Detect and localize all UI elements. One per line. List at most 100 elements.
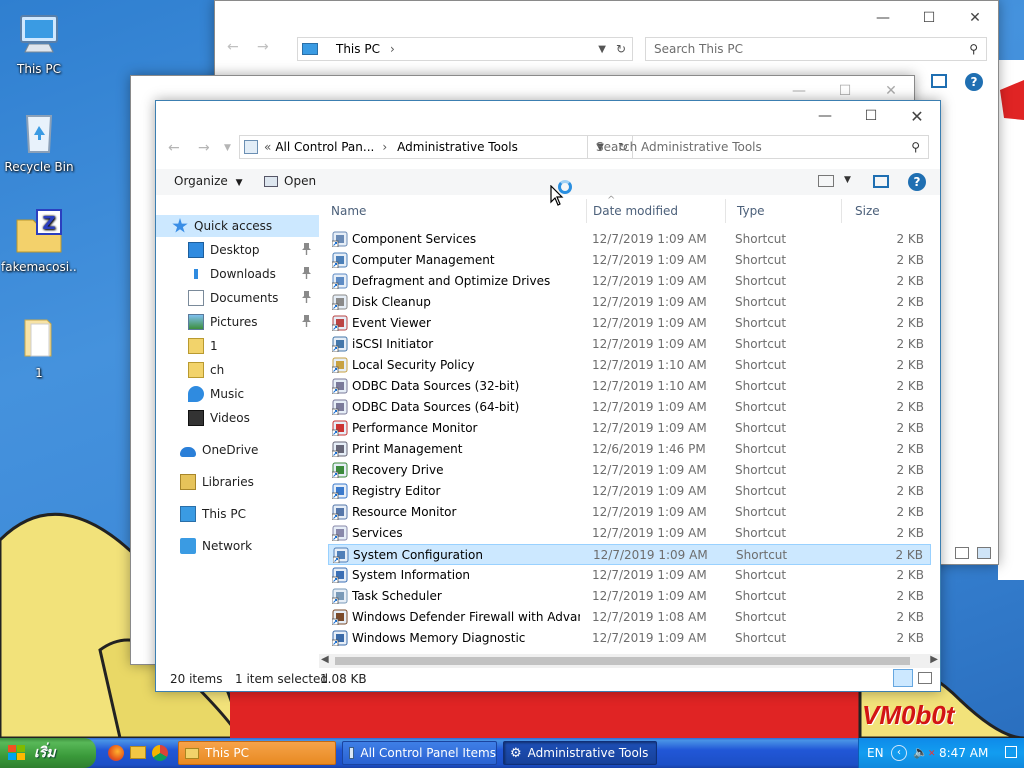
file-row[interactable]: ODBC Data Sources (64-bit) 12/7/2019 1:09… xyxy=(328,397,931,418)
open-button[interactable]: Open xyxy=(264,174,316,188)
file-row[interactable]: Windows Memory Diagnostic 12/7/2019 1:09 … xyxy=(328,628,931,649)
file-row[interactable]: Windows Defender Firewall with Advanc...… xyxy=(328,607,931,628)
large-icons-view-icon[interactable] xyxy=(918,672,932,684)
nav-item-network[interactable]: Network xyxy=(156,535,319,557)
help-icon[interactable]: ? xyxy=(908,173,926,191)
scroll-left-icon[interactable]: ◀ xyxy=(321,654,329,665)
firefox-icon[interactable] xyxy=(108,745,124,761)
file-row[interactable]: System Information 12/7/2019 1:09 AM Short… xyxy=(328,565,931,586)
nav-item-label: Desktop xyxy=(210,243,260,257)
file-row[interactable]: Task Scheduler 12/7/2019 1:09 AM Shortcut 2… xyxy=(328,586,931,607)
nav-item-1[interactable]: 1 xyxy=(156,335,319,357)
start-button[interactable]: เริ่ม xyxy=(0,738,96,768)
file-name: Event Viewer xyxy=(352,316,431,330)
minimize-button[interactable]: — xyxy=(860,3,906,33)
forward-arrow-icon[interactable]: → xyxy=(257,39,269,55)
file-row[interactable]: Event Viewer 12/7/2019 1:09 AM Shortcut 2 K… xyxy=(328,313,931,334)
large-icons-view-icon[interactable] xyxy=(977,547,991,559)
refresh-icon[interactable]: ↻ xyxy=(616,42,626,56)
back-arrow-icon[interactable]: ← xyxy=(168,140,180,156)
file-row[interactable]: Print Management 12/6/2019 1:46 PM Shortcu… xyxy=(328,439,931,460)
file-row[interactable]: ODBC Data Sources (32-bit) 12/7/2019 1:10… xyxy=(328,376,931,397)
desktop-icon-label: fakemacosi... xyxy=(1,260,77,274)
details-view-icon[interactable] xyxy=(893,669,913,687)
close-button[interactable]: ✕ xyxy=(952,3,998,33)
file-row[interactable]: Defragment and Optimize Drives 12/7/2019 … xyxy=(328,271,931,292)
file-row[interactable]: Disk Cleanup 12/7/2019 1:09 AM Shortcut 2 K… xyxy=(328,292,931,313)
close-button[interactable]: ✕ xyxy=(894,101,940,131)
volume-muted-icon[interactable]: 🔈✕ xyxy=(913,745,936,759)
nav-item-documents[interactable]: Documents xyxy=(156,287,319,309)
file-row[interactable]: iSCSI Initiator 12/7/2019 1:09 AM Shortcut… xyxy=(328,334,931,355)
desktop-icon-folder-1[interactable]: 1 xyxy=(1,314,77,380)
chevron-down-icon[interactable]: ▼ xyxy=(224,143,231,153)
nav-item-videos[interactable]: Videos xyxy=(156,407,319,429)
details-view-icon[interactable] xyxy=(955,547,969,559)
taskbar-button-control-panel[interactable]: All Control Panel Items xyxy=(342,741,497,765)
nav-item-music[interactable]: Music xyxy=(156,383,319,405)
column-header-date[interactable]: Date modified xyxy=(581,195,725,227)
shortcut-icon xyxy=(331,525,348,542)
scroll-right-icon[interactable]: ▶ xyxy=(930,654,938,665)
file-row[interactable]: Recovery Drive 12/7/2019 1:09 AM Shortcut 2… xyxy=(328,460,931,481)
nav-item-quick-access[interactable]: Quick access xyxy=(156,215,319,237)
desktop-icon-recycle-bin[interactable]: Recycle Bin xyxy=(1,108,77,174)
file-row[interactable]: Registry Editor 12/7/2019 1:09 AM Shortcut… xyxy=(328,481,931,502)
maximize-button[interactable]: ☐ xyxy=(906,3,952,33)
minimize-button[interactable]: — xyxy=(802,101,848,131)
chevron-down-icon[interactable]: ▼ xyxy=(844,175,851,185)
file-row[interactable]: Local Security Policy 12/7/2019 1:10 AM Sh… xyxy=(328,355,931,376)
maximize-button[interactable]: ☐ xyxy=(848,101,894,131)
address-bar[interactable]: This PC › ▼ ↻ xyxy=(297,37,633,61)
column-header-name[interactable]: Name xyxy=(319,195,586,227)
nav-item-onedrive[interactable]: OneDrive xyxy=(156,439,319,461)
file-row[interactable]: Computer Management 12/7/2019 1:09 AM Shor… xyxy=(328,250,931,271)
back-arrow-icon[interactable]: ← xyxy=(227,39,239,55)
nav-item-ch[interactable]: ch xyxy=(156,359,319,381)
file-row[interactable]: Resource Monitor 12/7/2019 1:09 AM Shortcu… xyxy=(328,502,931,523)
file-row[interactable]: System Configuration 12/7/2019 1:09 AM Sho… xyxy=(328,544,931,565)
taskbar-button-administrative-tools[interactable]: ⚙ Administrative Tools xyxy=(503,741,657,765)
overflow-chevron-icon[interactable]: « xyxy=(264,140,271,154)
nav-item-pictures[interactable]: Pictures xyxy=(156,311,319,333)
column-header-type[interactable]: Type xyxy=(725,195,840,227)
file-row[interactable]: Services 12/7/2019 1:09 AM Shortcut 2 KB xyxy=(328,523,931,544)
chevron-down-icon[interactable]: ▼ xyxy=(598,44,606,55)
pin-icon[interactable] xyxy=(302,267,311,279)
breadcrumb-administrative-tools[interactable]: Administrative Tools xyxy=(397,140,518,154)
nav-item-libraries[interactable]: Libraries xyxy=(156,471,319,493)
column-divider[interactable] xyxy=(841,199,842,223)
file-explorer-icon[interactable] xyxy=(130,746,146,759)
address-bar[interactable]: « All Control Pan... › Administrative To… xyxy=(239,135,633,159)
chrome-icon[interactable] xyxy=(152,745,168,761)
desktop-icon-archive[interactable]: Z fakemacosi... xyxy=(1,208,77,274)
window-administrative-tools[interactable]: — ☐ ✕ ← → ▼ « All Control Pan... › Admin… xyxy=(155,100,941,692)
organize-button[interactable]: Organize ▼ xyxy=(174,174,243,188)
show-hidden-icons-icon[interactable]: ‹ xyxy=(891,745,907,761)
pin-icon[interactable] xyxy=(302,291,311,303)
pin-icon[interactable] xyxy=(302,243,311,255)
search-input[interactable]: Search This PC ⚲ xyxy=(645,37,987,61)
forward-arrow-icon[interactable]: → xyxy=(198,140,210,156)
nav-item-desktop[interactable]: Desktop xyxy=(156,239,319,261)
clock[interactable]: 8:47 AM xyxy=(939,746,988,760)
nav-item-downloads[interactable]: Downloads xyxy=(156,263,319,285)
language-indicator[interactable]: EN xyxy=(867,746,884,760)
breadcrumb-control-panel[interactable]: All Control Pan... xyxy=(275,140,374,154)
preview-pane-icon[interactable] xyxy=(873,175,889,188)
taskbar-button-this-pc[interactable]: This PC xyxy=(178,741,336,765)
file-row[interactable]: Performance Monitor 12/7/2019 1:09 AM Shor… xyxy=(328,418,931,439)
preview-pane-icon[interactable] xyxy=(931,74,947,88)
pin-icon[interactable] xyxy=(302,315,311,327)
horizontal-scrollbar[interactable]: ◀ ▶ xyxy=(319,654,940,668)
file-row[interactable]: Component Services 12/7/2019 1:09 AM Short… xyxy=(328,229,931,250)
column-header-size[interactable]: Size xyxy=(843,195,941,227)
scrollbar-thumb[interactable] xyxy=(335,657,910,665)
desktop-icon-this-pc[interactable]: This PC xyxy=(1,10,77,76)
computer-icon xyxy=(15,10,63,58)
nav-item-this-pc[interactable]: This PC xyxy=(156,503,319,525)
search-input[interactable]: Search Administrative Tools ⚲ xyxy=(587,135,929,159)
change-view-icon[interactable] xyxy=(818,175,834,187)
notification-icon[interactable] xyxy=(1005,746,1017,758)
help-icon[interactable]: ? xyxy=(965,73,983,91)
